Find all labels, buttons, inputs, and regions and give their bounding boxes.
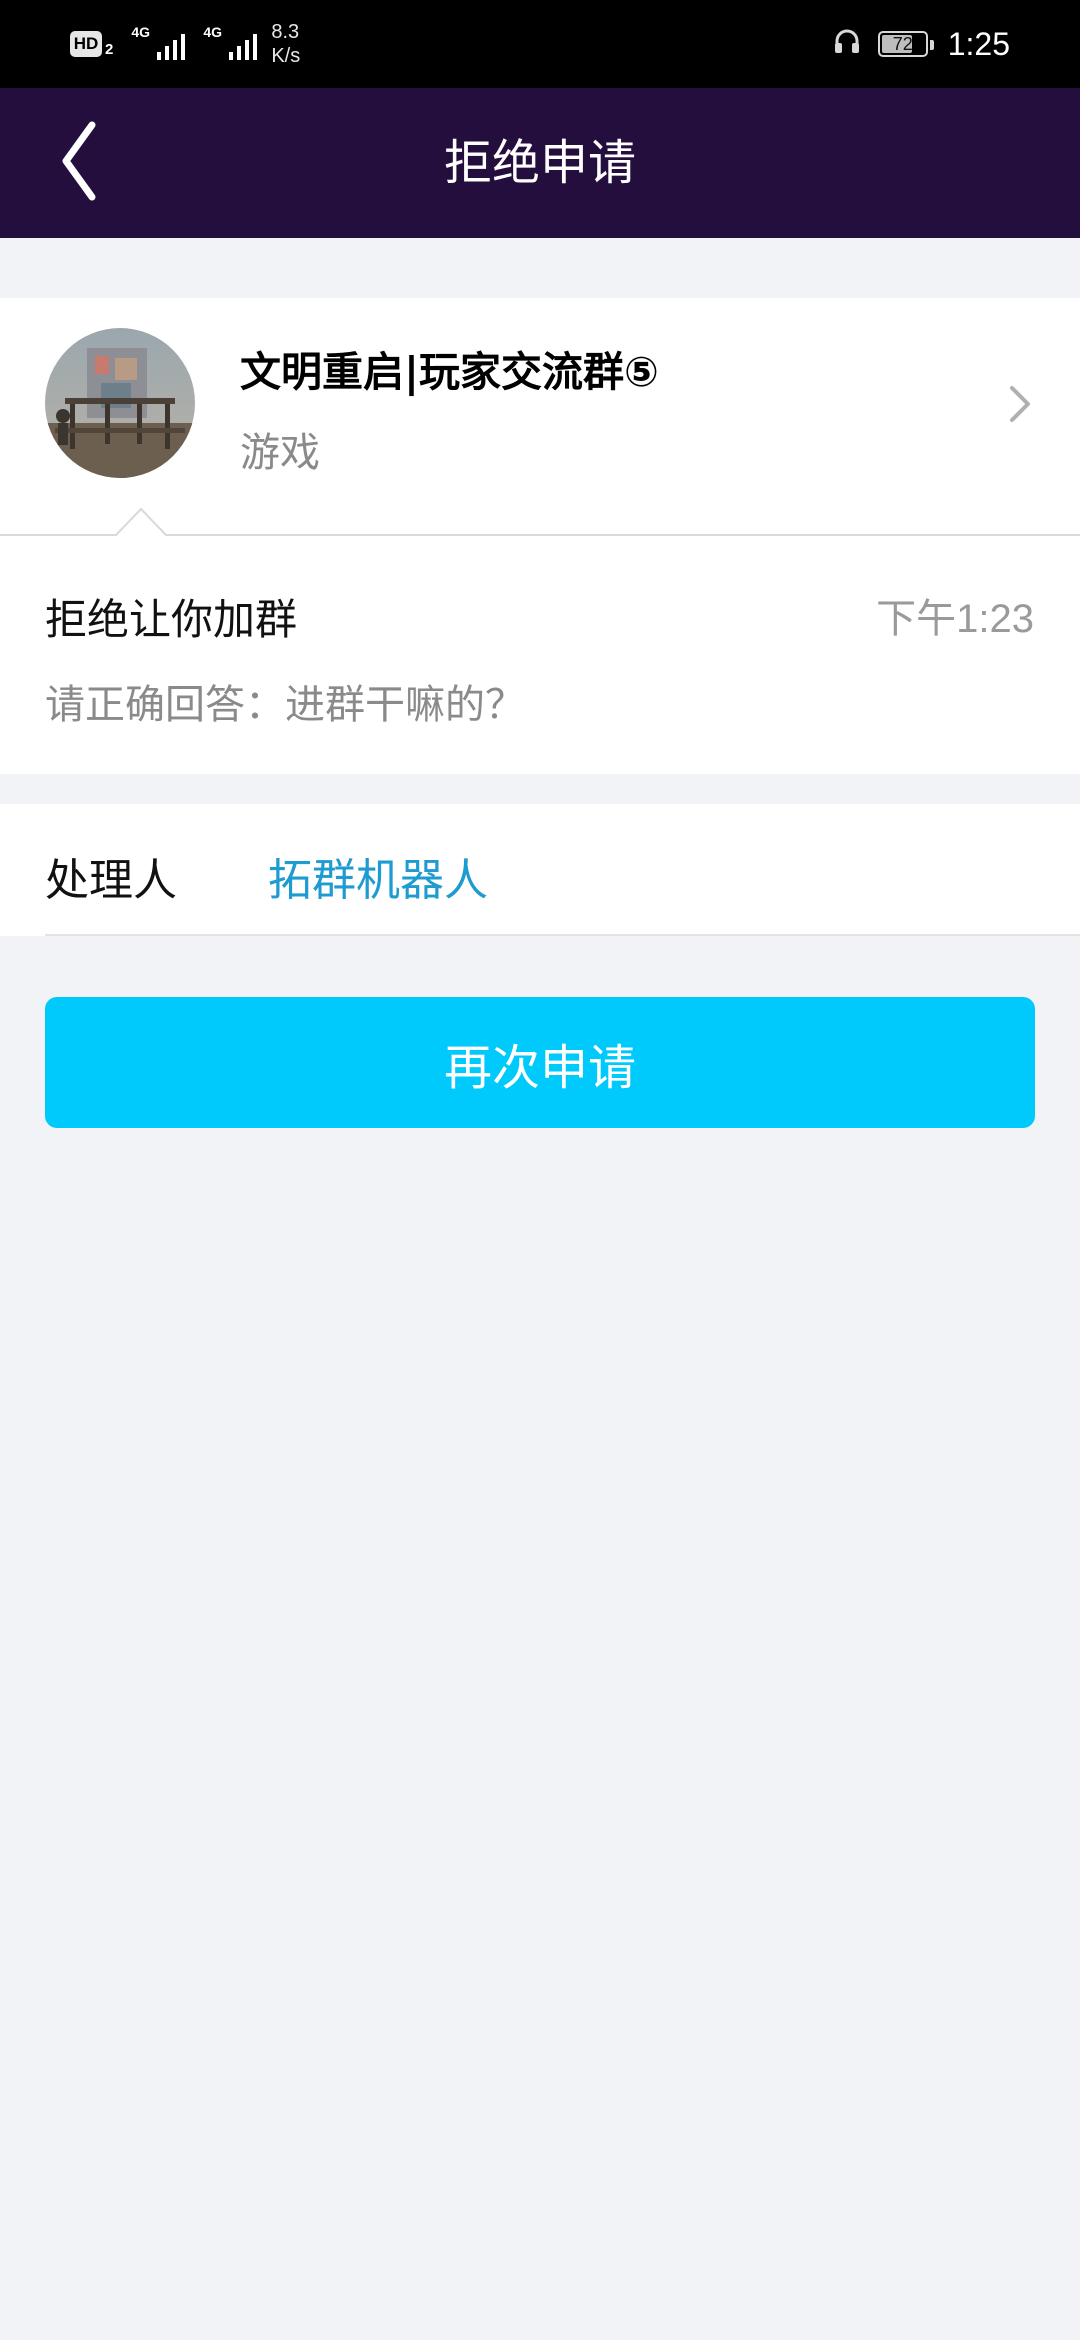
group-name: 文明重启|玩家交流群⑤	[240, 348, 659, 396]
pointer-notch	[115, 506, 167, 538]
network-speed-value: 8.3	[271, 21, 300, 43]
status-right: 72 1:25	[832, 0, 1010, 88]
handler-divider	[45, 934, 1080, 936]
handler-row: 处理人 拓群机器人	[0, 804, 1080, 936]
status-left: HD 2 4G 4G 8.3 K/s	[70, 0, 300, 88]
reapply-button[interactable]: 再次申请	[45, 997, 1035, 1128]
network-speed: 8.3 K/s	[271, 20, 300, 68]
hd-sim-number: 2	[105, 40, 114, 58]
group-avatar	[45, 328, 195, 478]
nav-bar: 拒绝申请	[0, 88, 1080, 238]
rejection-message: 拒绝让你加群 下午1:23 请正确回答：进群干嘛的？	[0, 536, 1080, 774]
signal-strength-icon: 4G	[131, 24, 186, 62]
message-title: 拒绝让你加群	[45, 595, 298, 644]
network-type-label-2: 4G	[203, 24, 223, 40]
status-bar: HD 2 4G 4G 8.3 K/s 72 1:25	[0, 0, 1080, 88]
headset-icon	[832, 27, 862, 61]
network-speed-unit: K/s	[271, 45, 301, 67]
network-type-label: 4G	[131, 24, 151, 40]
page-title: 拒绝申请	[443, 135, 636, 191]
message-detail: 请正确回答：进群干嘛的？	[45, 682, 525, 728]
chevron-right-icon	[1000, 382, 1040, 426]
group-card[interactable]: 文明重启|玩家交流群⑤ 游戏	[0, 298, 1080, 534]
group-category: 游戏	[240, 430, 320, 476]
message-time: 下午1:23	[876, 597, 1034, 641]
status-clock: 1:25	[947, 25, 1010, 62]
signal-strength-icon-2: 4G	[203, 24, 258, 62]
battery-icon: 72	[877, 31, 934, 57]
hd-voice-icon: HD	[70, 31, 102, 57]
handler-name-link[interactable]: 拓群机器人	[268, 844, 488, 908]
battery-level: 72	[892, 33, 913, 54]
handler-label: 处理人	[45, 855, 177, 906]
